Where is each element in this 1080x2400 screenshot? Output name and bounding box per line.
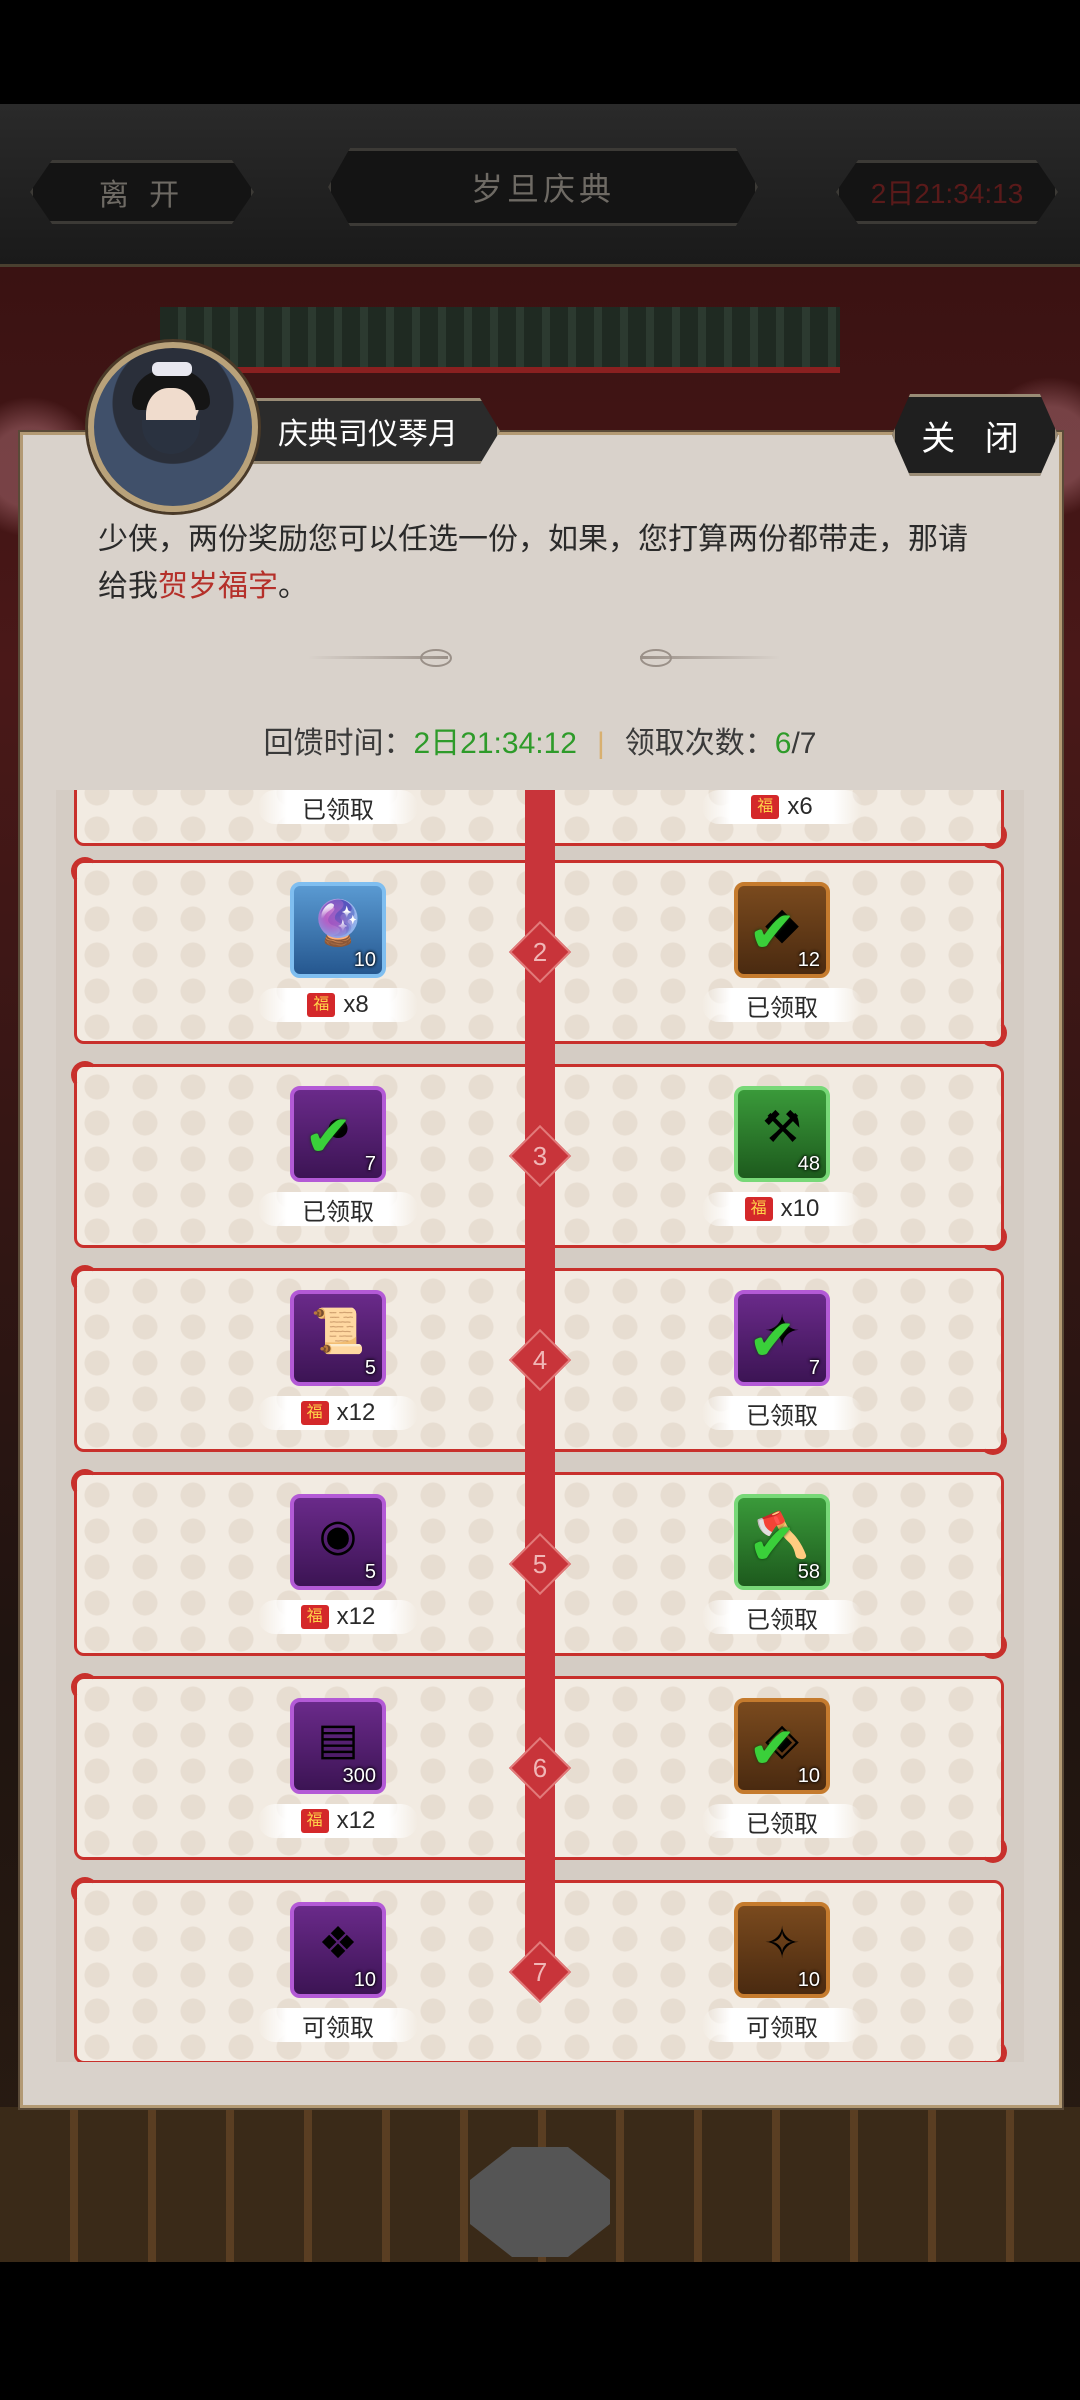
reward-status: 已领取	[702, 1804, 862, 1838]
reward-status: 已领取	[702, 1396, 862, 1430]
npc-avatar	[88, 342, 258, 512]
separator: |	[596, 727, 605, 760]
tier-number: 5	[532, 1548, 548, 1579]
check-icon: ✔	[748, 1512, 797, 1577]
npc-name: 庆典司仪琴月	[236, 398, 500, 464]
octagon-ornament	[470, 2147, 610, 2257]
fu-icon: 福	[751, 795, 780, 819]
feedback-time-value: 2日21:34:12	[413, 727, 577, 760]
ore-item[interactable]: ◈ ✔ 10	[734, 1698, 830, 1794]
reward-status: 福 x8	[258, 988, 418, 1022]
reward-status: 福 x6	[702, 790, 862, 824]
fu-icon: 福	[307, 993, 336, 1017]
item-count: 7	[808, 1357, 820, 1379]
leave-button[interactable]: 离 开	[30, 160, 254, 224]
reward-status-text: x8	[343, 991, 369, 1018]
stone-item[interactable]: ● ✔ 7	[290, 1086, 386, 1182]
item-count: 12	[797, 949, 820, 971]
jade-item[interactable]: ◆ ✔ 12	[734, 882, 830, 978]
item-count: 5	[364, 1357, 376, 1379]
close-button[interactable]: 关 闭	[892, 394, 1058, 476]
reward-status: 福 x12	[258, 1396, 418, 1430]
crystal-ball-item[interactable]: 🔮 10	[290, 882, 386, 978]
gold-token-item[interactable]: ✧ 10	[734, 1902, 830, 1998]
reward-status: 已领取	[702, 988, 862, 1022]
feedback-time-label: 回馈时间：	[263, 727, 414, 760]
reward-status-text: 已领取	[746, 994, 818, 1022]
dialog-highlight: 贺岁福字	[158, 570, 278, 603]
top-bar: 离 开 岁旦庆典 2日21:34:13	[0, 104, 1080, 267]
item-count: 10	[797, 1969, 820, 1991]
status-line: 回馈时间：2日21:34:12 | 领取次数：6/7	[0, 718, 1080, 762]
tier-number: 3	[532, 1140, 548, 1171]
reward-status: 已领取	[258, 790, 418, 824]
reward-status-text: x12	[336, 1603, 376, 1630]
reward-status: 已领取	[702, 1600, 862, 1634]
item-count: 48	[797, 1153, 820, 1175]
check-icon: ✔	[748, 1308, 797, 1373]
tier-number: 4	[532, 1344, 548, 1375]
item-count: 300	[342, 1765, 376, 1787]
claim-count-label: 领取次数：	[624, 727, 775, 760]
item-count: 10	[797, 1765, 820, 1787]
reward-status-text: 已领取	[746, 1606, 818, 1634]
claim-button[interactable]: 可领取	[258, 2008, 418, 2042]
tier-number: 2	[532, 936, 548, 967]
reward-status-text: x12	[336, 1399, 376, 1426]
fu-icon: 福	[744, 1197, 773, 1221]
reward-status: 福 x12	[258, 1600, 418, 1634]
tier-number: 7	[532, 1956, 548, 1987]
check-icon: ✔	[304, 1104, 353, 1169]
claim-count-total: /7	[791, 727, 817, 760]
npc-dialog: 少侠，两份奖励您可以任选一份，如果，您打算两份都带走，那请给我贺岁福字。	[98, 516, 978, 610]
reward-status: 已领取	[258, 1192, 418, 1226]
fu-icon: 福	[300, 1809, 329, 1833]
event-timer: 2日21:34:13	[836, 160, 1058, 224]
item-count: 5	[364, 1561, 376, 1583]
hammer-item[interactable]: ⚒ 48	[734, 1086, 830, 1182]
reward-status-text: 已领取	[302, 796, 374, 824]
divider-right	[640, 649, 780, 667]
reward-status: 福 x12	[258, 1804, 418, 1838]
reward-status: 福 x10	[702, 1192, 862, 1226]
palace-roof	[160, 307, 840, 373]
fu-icon: 福	[300, 1401, 329, 1425]
orb-item[interactable]: ◉ 5	[290, 1494, 386, 1590]
check-icon: ✔	[748, 1716, 797, 1781]
check-icon: ✔	[748, 900, 797, 965]
item-count: 10	[353, 1969, 376, 1991]
reward-status-text: 已领取	[302, 1198, 374, 1226]
reward-status-text: 可领取	[746, 2014, 818, 2042]
reward-status-text: x10	[780, 1195, 820, 1222]
divider-left	[308, 649, 452, 667]
item-count: 58	[797, 1561, 820, 1583]
item-count: 10	[353, 949, 376, 971]
scroll-item[interactable]: 📜 5	[290, 1290, 386, 1386]
paper-item[interactable]: ▤ 300	[290, 1698, 386, 1794]
dialog-end: 。	[278, 570, 308, 603]
reward-status-text: x6	[787, 793, 813, 820]
claim-button[interactable]: 可领取	[702, 2008, 862, 2042]
claim-count-value: 6	[774, 727, 792, 760]
silver-ore-item[interactable]: ❖ 10	[290, 1902, 386, 1998]
reward-status-text: x12	[336, 1807, 376, 1834]
item-count: 7	[364, 1153, 376, 1175]
axe-item[interactable]: 🪓 ✔ 58	[734, 1494, 830, 1590]
dagger-item[interactable]: ✦ ✔ 7	[734, 1290, 830, 1386]
event-title: 岁旦庆典	[328, 148, 758, 226]
reward-status-text: 已领取	[746, 1810, 818, 1838]
reward-status-text: 已领取	[746, 1402, 818, 1430]
tier-number: 6	[532, 1752, 548, 1783]
reward-list[interactable]: 1已领取福x62🔮10福x8◆✔12已领取3●✔7已领取⚒48福x104📜5福x…	[56, 790, 1024, 2062]
reward-status-text: 可领取	[302, 2014, 374, 2042]
fu-icon: 福	[300, 1605, 329, 1629]
